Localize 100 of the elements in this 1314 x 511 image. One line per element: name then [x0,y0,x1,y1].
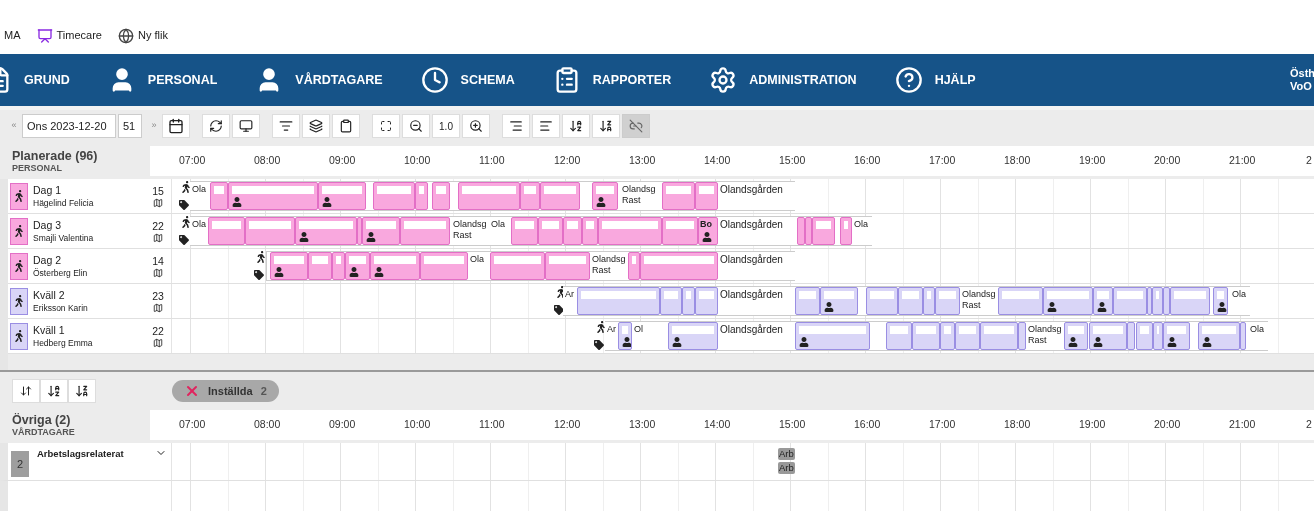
fit-button[interactable] [372,114,400,138]
location-block[interactable]: Ola [1230,287,1250,315]
monitor-button[interactable] [232,114,260,138]
align-right-button[interactable] [502,114,530,138]
walking-icon [596,321,606,333]
client-icon [1202,337,1212,347]
priority-icon [20,385,32,397]
location-block[interactable]: Ar [563,287,577,315]
hour-label: 20:00 [1154,155,1181,166]
location-block[interactable]: Olandsgården [718,252,795,280]
client-icon [232,197,242,207]
sort-za-button[interactable] [68,379,96,403]
visit-block[interactable] [370,252,420,280]
sort-za-icon [75,384,89,398]
sort-az-button[interactable] [40,379,68,403]
nav-item[interactable]: RAPPORTER [552,66,672,94]
bookmark-link[interactable]: Timecare [36,27,102,44]
event-tag[interactable]: Arb [778,462,795,474]
zoom-level-button[interactable]: 1.0 [432,114,460,138]
bookmark-link[interactable]: Ny flik [117,27,168,44]
event-tag[interactable]: Arb [778,448,795,460]
visit-block[interactable] [295,217,357,245]
hour-label: 11:00 [479,155,505,166]
visit-block[interactable] [618,322,632,350]
shift-name: Dag 1 [33,183,63,197]
zoom-in-button[interactable] [462,114,490,138]
nav-item[interactable]: PERSONAL [107,66,218,94]
calendar-icon [168,118,184,134]
layers-button[interactable] [302,114,330,138]
visit-block[interactable] [820,287,858,315]
location-block[interactable]: Ar [605,322,618,350]
visit-block[interactable] [318,182,366,210]
visit-block[interactable] [1089,322,1127,350]
visit-block[interactable] [345,252,370,280]
unlink-button[interactable] [622,114,650,138]
client-icon [349,267,359,277]
hour-label: 21:00 [1229,155,1256,166]
nav-item[interactable]: VÅRDTAGARE [255,66,383,94]
visit-count: 22 [152,219,164,233]
nav-item[interactable]: HJÄLP [894,66,976,94]
priority-button[interactable] [12,379,40,403]
walking-icon [13,330,25,342]
visit-block[interactable] [362,217,400,245]
week-field[interactable]: 51 [118,114,142,138]
bookmark-link[interactable]: MA [4,27,21,44]
nav-item[interactable]: SCHEMA [420,66,515,94]
hour-label: 17:00 [929,155,956,166]
clipboard-button[interactable] [332,114,360,138]
tag-icon [179,235,189,245]
hour-label: 10:00 [404,155,431,166]
hour-label: 2 [1306,419,1312,430]
sort-za-button[interactable] [592,114,620,138]
visit-block[interactable] [1064,322,1088,350]
walking-icon [181,181,191,193]
walking-icon [13,225,25,237]
hour-label: 15:00 [779,155,806,166]
visit-block[interactable] [1213,287,1228,315]
visit-block[interactable] [270,252,308,280]
client-icon [322,197,332,207]
visit-count: 15 [152,184,164,198]
nav-item[interactable]: ADMINISTRATION [709,66,857,94]
visit-block[interactable] [1163,322,1190,350]
hour-label: 16:00 [854,419,881,430]
sort-az-icon [47,384,61,398]
count-badge: 2 [11,451,29,477]
filter-button[interactable] [272,114,300,138]
hour-label: 08:00 [254,419,281,430]
location-block[interactable]: Olandsgården [718,182,795,210]
client-icon [274,267,284,277]
clock-icon [420,66,449,94]
hour-label: 09:00 [329,155,356,166]
client-icon [374,267,384,277]
hour-label: 12:00 [554,155,581,166]
visit-block[interactable] [1043,287,1093,315]
visit-block[interactable] [1093,287,1113,315]
visit-block[interactable]: Bo [698,217,718,245]
sort-az-button[interactable] [562,114,590,138]
tag-icon [179,200,189,210]
refresh-button[interactable] [202,114,230,138]
walking-icon [13,190,25,202]
date-field[interactable]: Ons 2023-12-20 [22,114,116,138]
visit-block[interactable] [592,182,618,210]
calendar-button[interactable] [162,114,190,138]
client-icon [702,232,712,242]
visit-block[interactable] [1198,322,1240,350]
nav-item[interactable]: GRUND [0,66,70,94]
visit-block[interactable] [795,322,870,350]
section-subtitle: VÅRDTAGARE [12,427,76,437]
visit-block[interactable] [668,322,718,350]
zoom-out-button[interactable] [402,114,430,138]
map-icon [153,233,163,243]
location-block[interactable]: Ola [1248,322,1268,350]
location-block[interactable]: Ola [190,217,208,245]
align-left-button[interactable] [532,114,560,138]
walking-icon [256,251,266,263]
cancelled-filter-button[interactable]: Inställda 2 [172,380,279,402]
staff-name: Hedberg Emma [33,337,94,349]
map-icon [153,303,163,313]
location-block[interactable]: Ola [852,217,872,245]
section-title: Planerade (96) [12,149,99,163]
